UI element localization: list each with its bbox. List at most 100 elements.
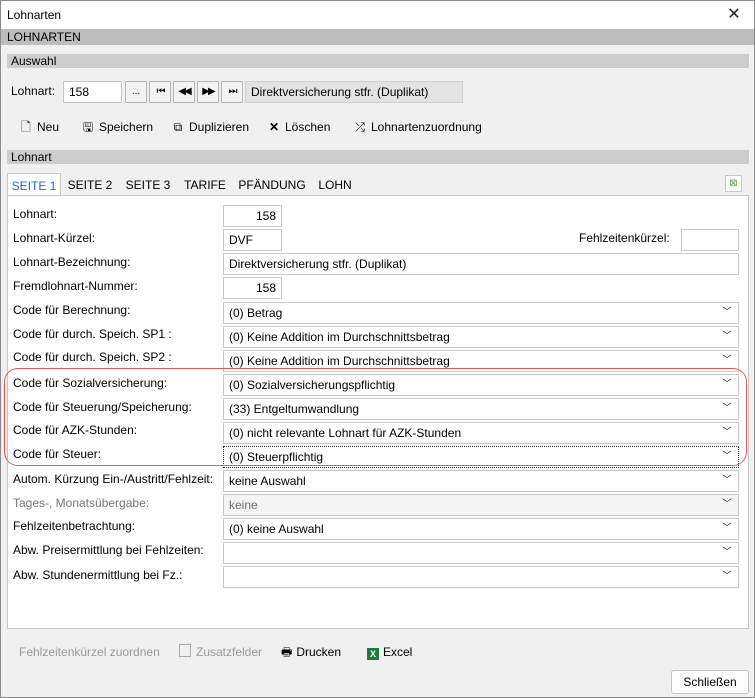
zusatzfelder-button[interactable]: Zusatzfelder (179, 643, 262, 661)
combo-value: (0) nicht relevante Lohnart für AZK-Stun… (229, 426, 462, 440)
lohnart-label: Lohnart: (13, 207, 58, 221)
save-icon: 🖫 (82, 120, 94, 134)
previous-record-icon[interactable]: ◀◀ (173, 81, 195, 103)
combo-label-sp1: Code für durch. Speich. SP1 : (13, 327, 172, 341)
browse-button[interactable]: ... (125, 81, 147, 103)
chevron-down-icon: ﹀ (722, 499, 732, 510)
fehlzeitenkuerzel-label: Fehlzeitenkürzel: (579, 231, 670, 245)
auswahl-lohnart-label: Lohnart: (11, 84, 56, 98)
fremdlohnart-label: Fremdlohnart-Nummer: (13, 279, 138, 293)
chevron-down-icon: ﹀ (722, 331, 732, 342)
combo-label-steuer: Code für Steuer: (13, 447, 102, 461)
new-button[interactable]: 🗋 Neu (19, 117, 59, 137)
combo-label-azk: Code für AZK-Stunden: (13, 423, 138, 437)
shuffle-icon: ⤮ (355, 120, 365, 134)
combo-uebergabe: keine ﹀ (223, 494, 739, 516)
combo-sp1[interactable]: (0) Keine Addition im Durchschnittsbetra… (223, 326, 739, 348)
combo-value: (0) Betrag (229, 306, 283, 320)
tab-seite-3[interactable]: SEITE 3 (121, 173, 175, 195)
chevron-down-icon: ﹀ (722, 523, 732, 534)
combo-label-kuerzung: Autom. Kürzung Ein-/Austritt/Fehlzeit: (13, 472, 214, 486)
delete-icon: ✕ (268, 120, 280, 134)
chevron-down-icon: ﹀ (722, 475, 732, 486)
combo-steuerung[interactable]: (33) Entgeltumwandlung ﹀ (223, 398, 739, 420)
combo-label-uebergabe: Tages-, Monatsübergabe: (13, 496, 150, 510)
combo-berechnung[interactable]: (0) Betrag ﹀ (223, 302, 739, 324)
combo-label-sp2: Code für durch. Speich. SP2 : (13, 350, 172, 364)
fehlzeitenkuerzel-input[interactable] (681, 229, 739, 251)
combo-label-fehlzeitenbetrachtung: Fehlzeitenbetrachtung: (13, 519, 136, 533)
duplicate-button[interactable]: ⧉ Duplizieren (171, 117, 249, 137)
fremdlohnart-input[interactable]: 158 (223, 277, 282, 299)
combo-steuer[interactable]: (0) Steuerpflichtig ﹀ (223, 446, 739, 468)
chevron-down-icon: ﹀ (722, 427, 732, 438)
tab-pfaendung[interactable]: PFÄNDUNG (235, 173, 309, 195)
zusatzfelder-label: Zusatzfelder (196, 645, 263, 659)
combo-value: (0) Keine Addition im Durchschnittsbetra… (229, 354, 450, 368)
pin-icon[interactable]: ⊠ (725, 175, 742, 192)
next-record-icon[interactable]: ▶▶ (197, 81, 219, 103)
combo-sozialversicherung[interactable]: (0) Sozialversicherungspflichtig ﹀ (223, 374, 739, 396)
kuerzel-input[interactable]: DVF (223, 229, 282, 251)
combo-value: (33) Entgeltumwandlung (229, 402, 360, 416)
print-label: Drucken (296, 645, 342, 659)
printer-icon: 🖶 (281, 645, 293, 659)
lohnart-section: Lohnart (7, 150, 749, 164)
lohnartenzuordnung-button[interactable]: ⤮ Lohnartenzuordnung (353, 117, 482, 137)
tab-seite-1[interactable]: SEITE 1 (7, 173, 61, 195)
combo-stundenermittlung[interactable]: ﹀ (223, 566, 739, 588)
lohnart-input[interactable]: 158 (223, 205, 282, 227)
delete-button[interactable]: ✕ Löschen (267, 117, 330, 137)
tab-strip: SEITE 1 SEITE 2 SEITE 3 TARIFE PFÄNDUNG … (7, 173, 749, 195)
excel-button[interactable]: X Excel (367, 643, 412, 661)
tab-tarife[interactable]: TARIFE (179, 173, 231, 195)
chevron-down-icon: ﹀ (722, 451, 732, 462)
combo-label-preisermittlung: Abw. Preisermittlung bei Fehlzeiten: (13, 543, 204, 557)
chevron-down-icon: ﹀ (722, 307, 732, 318)
combo-preisermittlung[interactable]: ﹀ (223, 542, 739, 564)
combo-value: (0) Steuerpflichtig (229, 450, 324, 464)
new-document-icon: 🗋 (21, 120, 31, 134)
combo-azk[interactable]: (0) nicht relevante Lohnart für AZK-Stun… (223, 422, 739, 444)
bezeichnung-input[interactable]: Direktversicherung stfr. (Duplikat) (223, 253, 739, 275)
auswahl-section: Auswahl (7, 54, 749, 68)
tab-lohn[interactable]: LOHN (313, 173, 357, 195)
combo-value: keine Auswahl (229, 474, 306, 488)
chevron-down-icon: ﹀ (722, 571, 732, 582)
combo-value: (0) keine Auswahl (229, 522, 324, 536)
combo-fehlzeitenbetrachtung[interactable]: (0) keine Auswahl ﹀ (223, 518, 739, 540)
new-label: Neu (37, 120, 60, 134)
first-record-icon[interactable]: ⏮ (149, 81, 171, 103)
chevron-down-icon: ﹀ (722, 379, 732, 390)
bezeichnung-label: Lohnart-Bezeichnung: (13, 255, 131, 269)
kuerzel-label: Lohnart-Kürzel: (13, 231, 96, 245)
lohnartenzuordnung-label: Lohnartenzuordnung (371, 120, 482, 134)
combo-value: (0) Keine Addition im Durchschnittsbetra… (229, 330, 450, 344)
auswahl-lohnart-input[interactable]: 158 (63, 81, 122, 103)
duplicate-icon: ⧉ (173, 120, 183, 134)
header-bar: LOHNARTEN (1, 29, 754, 45)
combo-sp2[interactable]: (0) Keine Addition im Durchschnittsbetra… (223, 350, 739, 372)
title-bar: Lohnarten ✕ (1, 1, 754, 29)
excel-label: Excel (383, 645, 413, 659)
tab-seite-2[interactable]: SEITE 2 (63, 173, 117, 195)
window-title: Lohnarten (7, 8, 62, 22)
combo-label-steuerung: Code für Steuerung/Speicherung: (13, 400, 192, 414)
combo-label-stundenermittlung: Abw. Stundenermittlung bei Fz.: (13, 568, 183, 582)
combo-kuerzung[interactable]: keine Auswahl ﹀ (223, 470, 739, 492)
last-record-icon[interactable]: ⏭ (221, 81, 243, 103)
combo-value: (0) Sozialversicherungspflichtig (229, 378, 396, 392)
save-button[interactable]: 🖫 Speichern (81, 117, 153, 137)
chevron-down-icon: ﹀ (722, 403, 732, 414)
close-icon[interactable]: ✕ (714, 1, 754, 29)
excel-icon: X (367, 648, 379, 660)
schliessen-button[interactable]: Schließen (671, 670, 749, 694)
chevron-down-icon: ﹀ (722, 547, 732, 558)
fehlzeitenkuerzel-zuordnen-button[interactable]: Fehlzeitenkürzel zuordnen (19, 643, 160, 661)
duplicate-label: Duplizieren (189, 120, 250, 134)
print-button[interactable]: 🖶 Drucken (281, 643, 341, 661)
combo-label-sozialversicherung: Code für Sozialversicherung: (13, 376, 168, 390)
lohnarten-window: Lohnarten ✕ LOHNARTEN Auswahl Lohnart: 1… (0, 0, 755, 698)
document-icon (179, 644, 191, 657)
lohnart-description: Direktversicherung stfr. (Duplikat) (245, 81, 463, 103)
